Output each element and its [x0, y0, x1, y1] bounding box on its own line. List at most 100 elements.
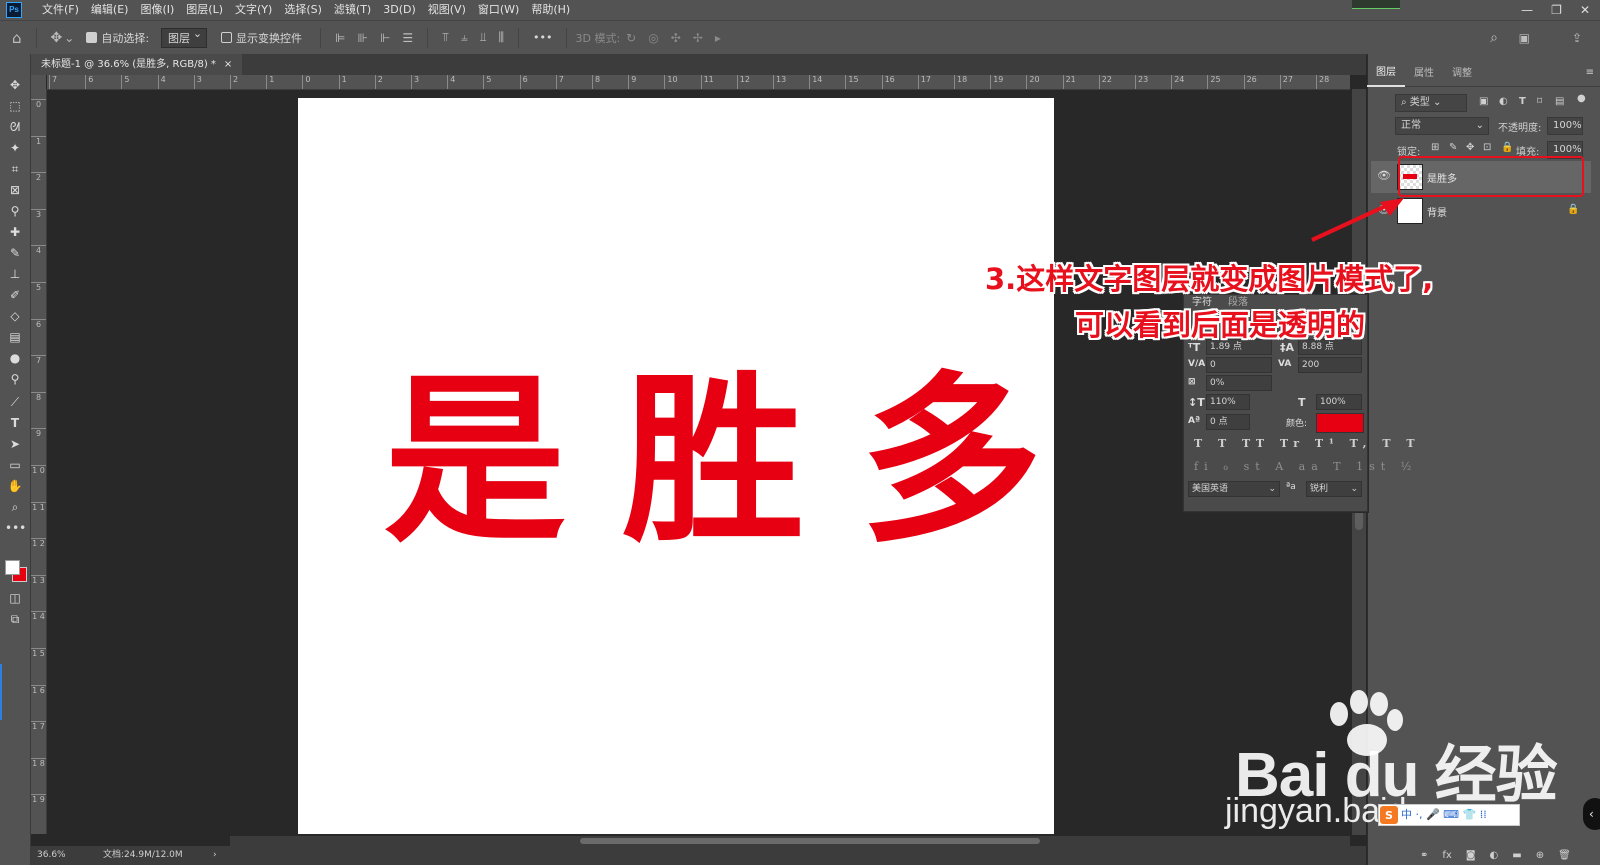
chevron-down-icon[interactable]: ⌄: [64, 31, 74, 45]
lock-position-icon[interactable]: ✥: [1466, 142, 1474, 153]
align-center-icon[interactable]: ⊪: [358, 31, 368, 45]
filter-type-icon[interactable]: T: [1519, 96, 1526, 107]
auto-select-checkbox[interactable]: 自动选择:: [86, 30, 149, 46]
collapse-panel-button[interactable]: ‹: [1583, 798, 1600, 830]
hand-tool-icon[interactable]: ✋: [5, 477, 25, 495]
antialias-dropdown[interactable]: 锐利 ⌄: [1306, 481, 1362, 497]
tab-adjustments[interactable]: 调整: [1443, 62, 1481, 86]
more-options-button[interactable]: •••: [533, 31, 552, 44]
new-group-icon[interactable]: ▬: [1512, 850, 1521, 861]
align-right-icon[interactable]: ⊩: [380, 31, 390, 45]
menu-help[interactable]: 帮助(H): [525, 0, 576, 20]
minimize-button[interactable]: —: [1521, 3, 1533, 17]
dodge-tool-icon[interactable]: ⚲: [5, 370, 25, 388]
zoom-tool-icon[interactable]: ⌕: [5, 498, 25, 516]
filter-pixel-icon[interactable]: ▣: [1479, 96, 1488, 107]
blend-mode-dropdown[interactable]: 正常 ⌄: [1395, 117, 1489, 135]
eyedropper-icon[interactable]: ⚲: [5, 202, 25, 220]
filter-shape-icon[interactable]: ⌑: [1537, 96, 1542, 107]
screen-mode-icon[interactable]: ⧉: [5, 610, 25, 628]
layer-style-icon[interactable]: fx: [1442, 850, 1451, 861]
layer-name[interactable]: 背景: [1427, 204, 1447, 219]
delete-layer-icon[interactable]: 🗑: [1558, 850, 1571, 861]
horizontal-ruler[interactable]: 7 6 5 4 3 2 1 0 1 2 3 4 5 6 7 8 9 10 11 12 13 14 15 16 17 18 19 20 2…: [47, 75, 1350, 90]
language-dropdown[interactable]: 美国英语 ⌄: [1188, 481, 1280, 497]
menu-layer[interactable]: 图层(L): [180, 0, 229, 20]
align-left-icon[interactable]: ⊫: [335, 31, 345, 45]
opacity-field[interactable]: 100%: [1547, 117, 1583, 135]
tab-layers[interactable]: 图层: [1367, 61, 1405, 87]
3d-scale-icon[interactable]: ▸: [715, 31, 721, 45]
move-tool-icon[interactable]: ✥: [5, 76, 25, 94]
move-tool-icon[interactable]: ✥: [51, 30, 63, 46]
stamp-tool-icon[interactable]: ⊥: [5, 265, 25, 283]
link-layers-icon[interactable]: ⚭: [1420, 850, 1428, 861]
marquee-tool-icon[interactable]: ⬚: [5, 97, 25, 115]
brush-tool-icon[interactable]: ✎: [5, 244, 25, 262]
auto-select-target-dropdown[interactable]: 图层: [161, 27, 208, 48]
canvas-text-layer[interactable]: 是胜多: [384, 370, 1098, 552]
tsume-field[interactable]: 0%: [1206, 375, 1272, 391]
vertical-ruler[interactable]: 0 1 2 3 4 5 6 7 8 9 1 0 1 1 1 2 1 3 1 4 1 5 1 6 1 7 1 8 1 9: [31, 89, 47, 834]
3d-roll-icon[interactable]: ◎: [648, 31, 658, 45]
healing-brush-icon[interactable]: ✚: [5, 223, 25, 241]
adjustment-layer-icon[interactable]: ◐: [1490, 850, 1499, 861]
panel-menu-icon[interactable]: ≡: [1586, 67, 1594, 78]
3d-pan-icon[interactable]: ✣: [671, 31, 681, 45]
gradient-icon[interactable]: ▤: [5, 328, 25, 346]
3d-orbit-icon[interactable]: ↻: [626, 31, 636, 45]
lock-pixels-icon[interactable]: ✎: [1449, 142, 1457, 153]
filter-toggle-icon[interactable]: ●: [1577, 93, 1586, 104]
menu-type[interactable]: 文字(Y): [229, 0, 278, 20]
ime-toolbar[interactable]: S中 ·, 🎤 ⌨ 👕 ⁞⁞: [1378, 804, 1520, 826]
restore-button[interactable]: ❐: [1551, 3, 1562, 17]
new-layer-icon[interactable]: ⊕: [1536, 850, 1544, 861]
text-color-swatch[interactable]: [1316, 413, 1364, 433]
3d-slide-icon[interactable]: ✢: [693, 31, 703, 45]
crop-tool-icon[interactable]: ⌗: [5, 160, 25, 178]
menu-3d[interactable]: 3D(D): [377, 0, 422, 20]
tab-properties[interactable]: 属性: [1405, 62, 1443, 86]
filter-adjustment-icon[interactable]: ◐: [1499, 96, 1508, 107]
path-select-icon[interactable]: ➤: [5, 435, 25, 453]
visibility-eye-icon[interactable]: 👁: [1377, 169, 1391, 182]
tracking-field[interactable]: 200: [1298, 357, 1362, 373]
layer-filter-dropdown[interactable]: ⌕ 类型 ⌄: [1395, 94, 1467, 112]
align-bottom-icon[interactable]: ⫫: [480, 30, 487, 45]
home-icon[interactable]: ⌂: [12, 29, 22, 47]
align-middle-icon[interactable]: ⫨: [461, 30, 468, 45]
type-tool-icon[interactable]: T: [5, 414, 25, 432]
history-brush-icon[interactable]: ✐: [5, 286, 25, 304]
menu-image[interactable]: 图像(I): [134, 0, 180, 20]
menu-view[interactable]: 视图(V): [422, 0, 472, 20]
menu-filter[interactable]: 滤镜(T): [328, 0, 377, 20]
status-arrow-icon[interactable]: ›: [213, 846, 217, 865]
more-tools-icon[interactable]: •••: [5, 519, 26, 537]
close-button[interactable]: ✕: [1580, 3, 1590, 17]
foreground-color-swatch[interactable]: [5, 560, 20, 575]
lasso-tool-icon[interactable]: ᘛ: [5, 118, 25, 136]
shape-tool-icon[interactable]: ▭: [5, 456, 25, 474]
distribute-icon[interactable]: ☰: [402, 31, 413, 45]
menu-window[interactable]: 窗口(W): [472, 0, 525, 20]
search-icon[interactable]: ⌕: [1490, 30, 1498, 46]
tab-close-icon[interactable]: ×: [224, 54, 232, 75]
workspace-icon[interactable]: ▣: [1519, 31, 1530, 45]
blur-tool-icon[interactable]: ●: [5, 349, 25, 367]
align-top-icon[interactable]: ⫪: [442, 30, 449, 45]
share-icon[interactable]: ⇪: [1572, 31, 1582, 45]
add-mask-icon[interactable]: ◙: [1466, 850, 1476, 861]
show-transform-checkbox[interactable]: 显示变换控件: [221, 30, 302, 46]
menu-select[interactable]: 选择(S): [278, 0, 328, 20]
opentype-buttons[interactable]: fi ℴ st A aa T 1st ½: [1194, 460, 1417, 473]
baseline-shift-field[interactable]: 0 点: [1206, 414, 1250, 430]
pen-tool-icon[interactable]: ⟋: [5, 393, 25, 411]
magic-wand-icon[interactable]: ✦: [5, 139, 25, 157]
eraser-icon[interactable]: ◇: [5, 307, 25, 325]
lock-transparent-icon[interactable]: ⊞: [1431, 142, 1439, 153]
kerning-field[interactable]: 0: [1206, 357, 1272, 373]
distribute-vertical-icon[interactable]: ⫼: [498, 30, 504, 45]
lock-artboard-icon[interactable]: ⊡: [1483, 142, 1491, 153]
horizontal-scrollbar-thumb[interactable]: [580, 838, 1040, 844]
filter-smart-icon[interactable]: ▤: [1555, 96, 1564, 107]
